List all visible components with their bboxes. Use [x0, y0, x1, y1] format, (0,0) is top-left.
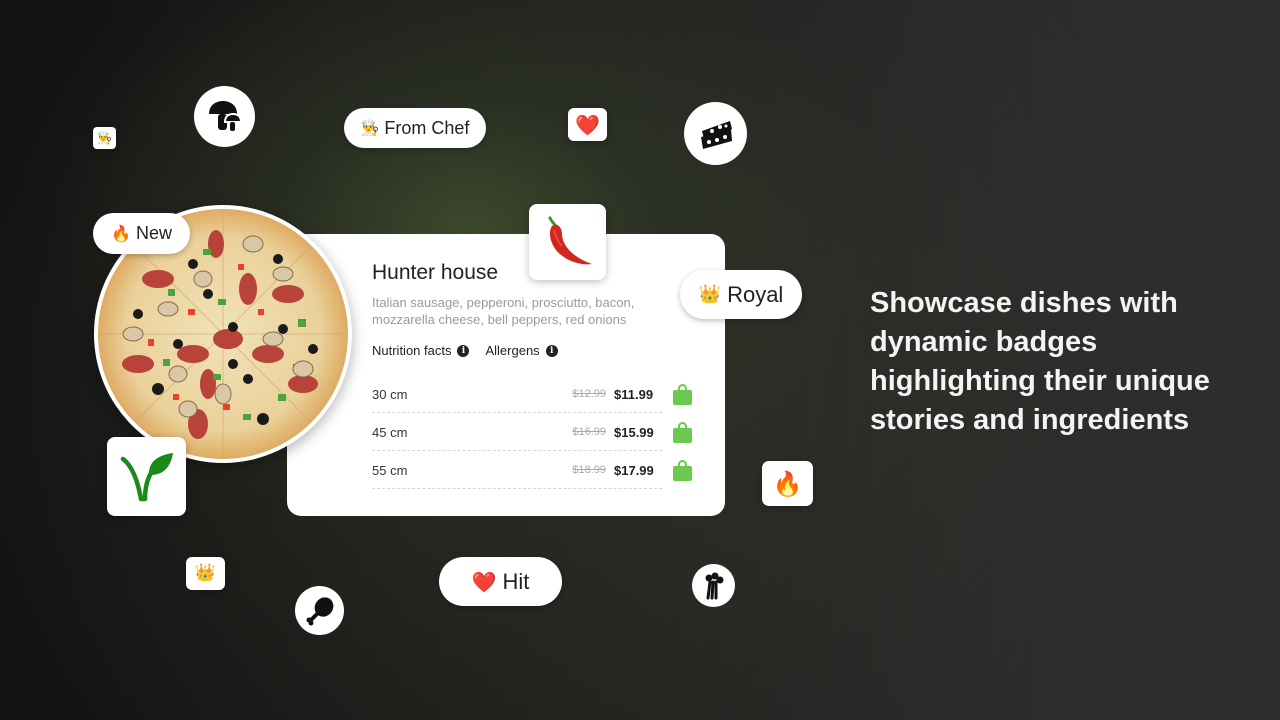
info-icon: i — [545, 344, 558, 357]
cheese-icon — [700, 120, 732, 149]
chef-icon: 👨‍🍳 — [97, 131, 112, 145]
fire-icon: 🔥 — [772, 469, 803, 498]
size-label: 30 cm — [372, 386, 408, 402]
product-title: Hunter house — [372, 261, 499, 284]
chef-badge-tile-small: 👨‍🍳 — [93, 127, 116, 149]
crown-icon: 👑 — [698, 283, 722, 305]
chili-badge-tile — [529, 204, 606, 280]
price: $11.99 — [614, 386, 654, 402]
product-info-links: Nutrition facts i Allergens i — [372, 343, 558, 358]
allergens-link[interactable]: Allergens i — [485, 343, 558, 358]
mushroom-badge — [194, 86, 255, 147]
add-to-cart-bag-icon[interactable] — [673, 459, 692, 481]
crown-icon: 👑 — [194, 563, 217, 583]
nutrition-facts-link[interactable]: Nutrition facts i — [372, 343, 470, 358]
size-list: 30 cm $12.99 $11.99 45 cm $16.99 $15.99 … — [372, 375, 692, 489]
heart-icon: ❤️ — [575, 112, 600, 137]
chicken-leg-badge — [295, 586, 344, 635]
from-chef-badge: 👨‍🍳 From Chef — [344, 108, 486, 148]
size-row: 45 cm $16.99 $15.99 — [372, 413, 692, 451]
heart-badge-tile: ❤️ — [568, 108, 607, 141]
chef-icon: 👨‍🍳 — [360, 118, 380, 137]
price: $17.99 — [614, 462, 654, 478]
info-icon: i — [457, 344, 470, 357]
royal-label: Royal — [727, 281, 784, 307]
old-price: $16.99 — [572, 426, 606, 438]
headline-text: Showcase dishes with dynamic badges high… — [870, 287, 1210, 436]
chicken-leg-icon — [306, 596, 333, 625]
royal-badge: 👑 Royal — [680, 270, 802, 319]
from-chef-label: From Chef — [384, 117, 470, 138]
old-price: $12.99 — [572, 388, 606, 400]
product-description: Italian sausage, pepperoni, prosciutto, … — [372, 295, 635, 327]
size-label: 55 cm — [372, 462, 408, 478]
cheese-badge — [684, 102, 747, 165]
celery-badge — [692, 564, 735, 607]
fire-icon: 🔥 — [111, 223, 131, 243]
new-label: New — [135, 223, 172, 243]
celery-icon — [705, 572, 723, 599]
nutrition-facts-label: Nutrition facts — [372, 343, 452, 358]
mushroom-icon — [208, 100, 242, 131]
fire-badge-tile: 🔥 — [762, 461, 813, 506]
allergens-label: Allergens — [485, 343, 540, 358]
old-price: $18.99 — [572, 464, 606, 476]
crown-badge-tile-small: 👑 — [186, 557, 225, 590]
size-row: 55 cm $18.99 $17.99 — [372, 451, 692, 489]
new-badge: 🔥 New — [93, 213, 190, 254]
product-card[interactable]: Hunter house Italian sausage, pepperoni,… — [287, 234, 725, 516]
vegan-badge-tile — [107, 437, 186, 516]
hit-badge: ❤️ Hit — [439, 557, 562, 606]
size-row: 30 cm $12.99 $11.99 — [372, 375, 692, 413]
price: $15.99 — [614, 424, 654, 440]
vegan-leaf-icon — [120, 452, 173, 501]
size-label: 45 cm — [372, 424, 408, 440]
heart-icon: ❤️ — [471, 569, 497, 594]
add-to-cart-bag-icon[interactable] — [673, 383, 692, 405]
hit-label: Hit — [502, 568, 530, 594]
add-to-cart-bag-icon[interactable] — [673, 421, 692, 443]
chili-pepper-icon — [548, 216, 592, 265]
